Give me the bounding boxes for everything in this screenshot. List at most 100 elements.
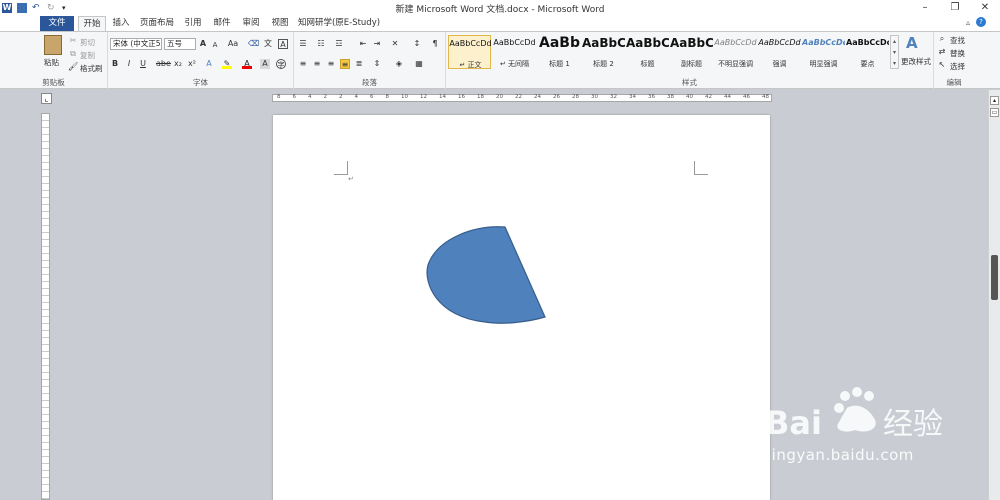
chinese-layout-icon[interactable]: ✕ <box>390 39 400 49</box>
char-shading-icon[interactable]: A <box>260 59 270 69</box>
style-intense-emphasis[interactable]: AaBbCcDc 明显强调 <box>802 35 845 69</box>
strikethrough-button[interactable]: abe <box>156 59 171 69</box>
char-border-icon[interactable]: A <box>278 39 288 49</box>
find-button[interactable]: 查找 <box>950 35 965 46</box>
sort-icon[interactable]: ↕ <box>412 39 422 49</box>
vertical-ruler[interactable] <box>41 113 50 500</box>
ruler-mark: 8 <box>385 94 390 100</box>
replace-icon[interactable]: ⇄ <box>937 47 947 57</box>
bullets-icon[interactable]: ☰ <box>298 39 308 49</box>
ruler-view-button[interactable]: ▭ <box>990 108 999 117</box>
format-painter-icon[interactable]: 🖌 <box>68 62 78 72</box>
tab-insert[interactable]: 插入 <box>108 16 134 31</box>
cut-button[interactable]: 剪切 <box>80 37 95 48</box>
bold-button[interactable]: B <box>110 59 120 69</box>
tab-references[interactable]: 引用 <box>180 16 206 31</box>
scroll-up-button[interactable]: ▴ <box>990 96 999 105</box>
collapse-ribbon-icon[interactable]: ▵ <box>966 18 970 27</box>
style-no-spacing[interactable]: AaBbCcDd ↵ 无间隔 <box>493 35 536 69</box>
italic-button[interactable]: I <box>124 59 134 69</box>
phonetic-guide-icon[interactable]: 文 <box>263 39 273 49</box>
align-left-icon[interactable]: ≡ <box>298 59 308 69</box>
pie-shape[interactable] <box>423 223 553 328</box>
ruler-mark: 36 <box>648 94 655 100</box>
align-right-icon[interactable]: ≡ <box>326 59 336 69</box>
enclose-char-icon[interactable]: 字 <box>276 59 286 69</box>
justify-icon[interactable]: ≡ <box>340 59 350 69</box>
select-icon[interactable]: ↖ <box>937 60 947 70</box>
highlight-icon[interactable]: ✎ <box>222 59 232 69</box>
tab-home[interactable]: 开始 <box>78 16 106 31</box>
copy-icon[interactable]: ⧉ <box>68 49 78 59</box>
ruler-mark: 48 <box>762 94 769 100</box>
align-center-icon[interactable]: ≡ <box>312 59 322 69</box>
minimize-button[interactable]: – <box>910 0 940 15</box>
copy-button[interactable]: 复制 <box>80 50 95 61</box>
paste-icon[interactable] <box>44 35 62 55</box>
superscript-button[interactable]: x² <box>186 59 198 69</box>
cut-icon[interactable]: ✂ <box>68 36 78 46</box>
close-button[interactable]: ✕ <box>970 0 1000 15</box>
ruler-mark: 16 <box>458 94 465 100</box>
text-effects-icon[interactable]: A <box>204 59 214 69</box>
ruler-mark: 24 <box>534 94 541 100</box>
style-subtitle[interactable]: AaBbC 副标题 <box>670 35 713 69</box>
select-button[interactable]: 选择 <box>950 61 965 72</box>
vertical-scrollbar[interactable]: ▴ ▭ <box>988 90 1000 500</box>
styles-scroll-icon[interactable]: ▴ ▾ ▾ <box>890 35 899 69</box>
replace-button[interactable]: 替换 <box>950 48 965 59</box>
multilevel-list-icon[interactable]: ☲ <box>334 39 344 49</box>
tab-page-layout[interactable]: 页面布局 <box>138 16 176 31</box>
document-page[interactable]: ↵ <box>273 115 770 500</box>
show-marks-icon[interactable]: ¶ <box>430 39 440 49</box>
style-emphasis[interactable]: AaBbCcDd 强调 <box>758 35 801 69</box>
change-case-button[interactable]: Aa <box>226 39 240 49</box>
style-normal[interactable]: AaBbCcDd ↵ 正文 <box>448 35 492 69</box>
font-color-button[interactable]: A <box>242 59 252 69</box>
decrease-indent-icon[interactable]: ⇤ <box>358 39 368 49</box>
ruler-toggle-icon[interactable]: ⌞ <box>41 93 52 104</box>
scroll-thumb[interactable] <box>991 255 998 300</box>
style-heading-2[interactable]: AaBbC 标题 2 <box>582 35 625 69</box>
window-title: 新建 Microsoft Word 文档.docx - Microsoft Wo… <box>395 5 605 15</box>
change-styles-icon[interactable]: A <box>906 34 922 52</box>
shrink-font-button[interactable]: A <box>210 40 220 50</box>
ruler-marks: 8 6 4 2 2 4 6 8 10 12 14 16 18 20 22 24 26 28 30 32 34 36 38 40… <box>277 94 769 102</box>
borders-icon[interactable]: ▦ <box>414 59 424 69</box>
shading-icon[interactable]: ◈ <box>394 59 404 69</box>
font-name-dropdown[interactable]: 宋体 (中文正5 <box>110 38 162 50</box>
horizontal-ruler[interactable]: 8 6 4 2 2 4 6 8 10 12 14 16 18 20 22 24 26 28 30 32 34 36 38 40… <box>272 94 772 102</box>
pie-shape-path[interactable] <box>426 226 546 324</box>
style-title[interactable]: AaBbC 标题 <box>626 35 669 69</box>
paste-button[interactable]: 粘贴 <box>44 57 59 68</box>
increase-indent-icon[interactable]: ⇥ <box>372 39 382 49</box>
restore-button[interactable]: ❐ <box>940 0 970 15</box>
clear-format-icon[interactable]: ⌫ <box>248 39 259 49</box>
find-icon[interactable]: ⌕ <box>937 34 947 44</box>
ruler-mark: 10 <box>401 94 408 100</box>
ribbon: 粘贴 ✂ 剪切 ⧉ 复制 🖌 格式刷 剪贴板 宋体 (中文正5 五号 A A A… <box>0 31 1000 89</box>
style-subtle-emphasis[interactable]: AaBbCcDd 不明显强调 <box>714 35 757 69</box>
help-icon[interactable]: ? <box>976 17 986 27</box>
tab-review[interactable]: 审阅 <box>238 16 264 31</box>
tab-file[interactable]: 文件 <box>40 16 74 31</box>
tab-e-study[interactable]: 知网研学(原E-Study) <box>297 16 381 31</box>
style-strong[interactable]: AaBbCcDc 要点 <box>846 35 889 69</box>
format-painter-button[interactable]: 格式刷 <box>80 63 103 74</box>
distributed-icon[interactable]: ≣ <box>354 59 364 69</box>
grow-font-button[interactable]: A <box>198 39 208 49</box>
ruler-mark: 4 <box>308 94 312 100</box>
style-heading-1[interactable]: AaBb 标题 1 <box>538 35 581 69</box>
underline-button[interactable]: U <box>138 59 148 69</box>
subscript-button[interactable]: x₂ <box>172 59 184 69</box>
ruler-mark: 38 <box>667 94 674 100</box>
tab-mailings[interactable]: 邮件 <box>209 16 235 31</box>
ruler-mark: 4 <box>354 94 359 100</box>
title-bar: W ↶ ↻ ▾ 新建 Microsoft Word 文档.docx - Micr… <box>0 0 1000 15</box>
line-spacing-icon[interactable]: ⇕ <box>372 59 382 69</box>
numbering-icon[interactable]: ☷ <box>316 39 326 49</box>
change-styles-button[interactable]: 更改样式 <box>901 56 931 67</box>
ruler-mark: 6 <box>292 94 297 100</box>
font-size-dropdown[interactable]: 五号 <box>164 38 196 50</box>
tab-view[interactable]: 视图 <box>267 16 293 31</box>
